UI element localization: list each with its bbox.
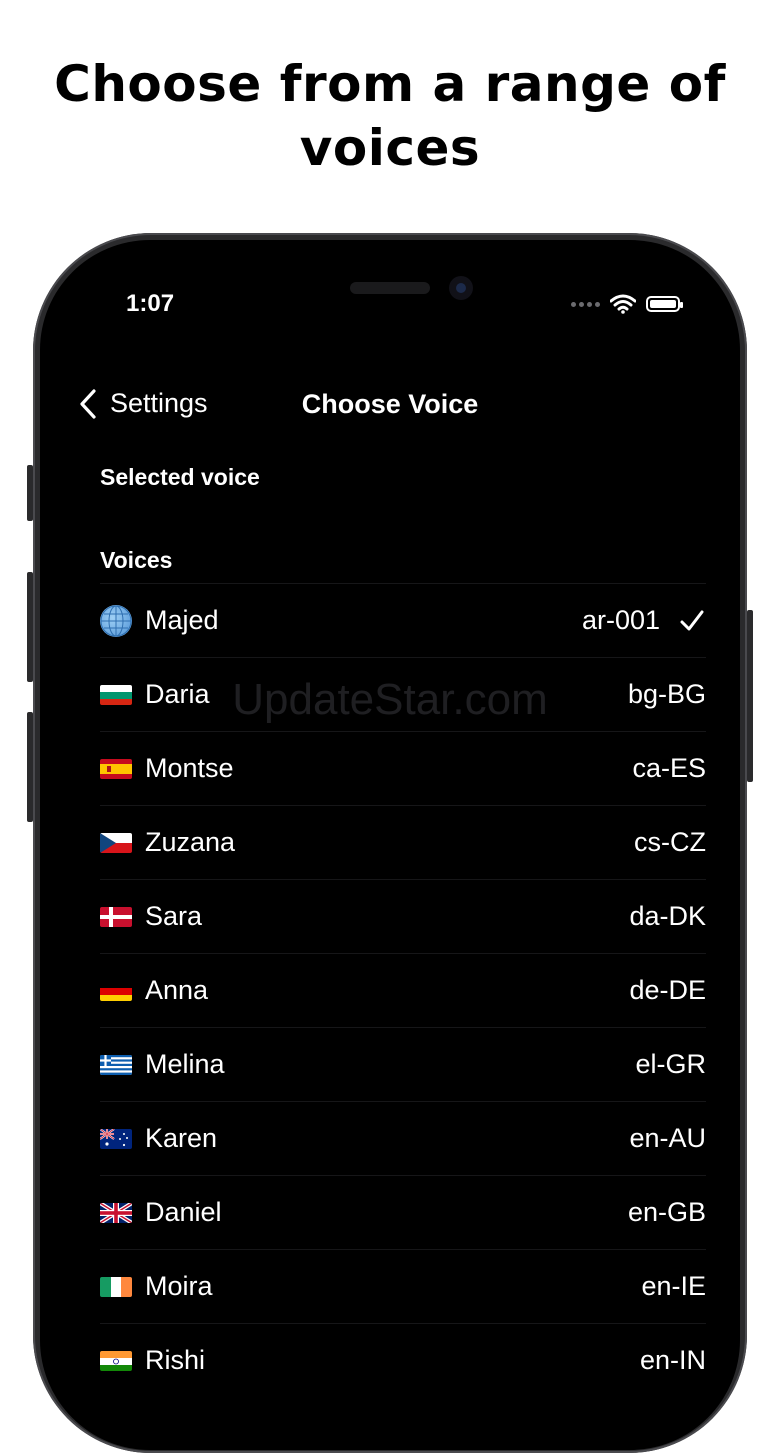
status-icons — [571, 294, 683, 314]
voice-row-melina[interactable]: Melina el-GR — [100, 1027, 706, 1101]
voice-name: Anna — [145, 975, 209, 1005]
page-title: Choose Voice — [301, 389, 479, 419]
india-flag-icon — [100, 1350, 132, 1371]
voice-row-zuzana[interactable]: Zuzana cs-CZ — [100, 805, 706, 879]
voice-name: Zuzana — [145, 827, 236, 857]
phone-side-button — [27, 465, 33, 521]
voice-locale-code: da-DK — [629, 901, 706, 931]
czech-flag-icon — [100, 832, 132, 853]
voice-locale-code: cs-CZ — [634, 827, 706, 857]
denmark-flag-icon — [100, 906, 132, 927]
phone-volume-down-button — [27, 712, 33, 822]
voice-locale-code: en-AU — [629, 1123, 706, 1153]
headline: Choose from a range of voices — [0, 52, 780, 180]
wifi-icon — [610, 294, 636, 314]
voice-row-daniel[interactable]: Daniel en-GB — [100, 1175, 706, 1249]
voice-locale-code: en-GB — [627, 1197, 706, 1227]
voice-name: Karen — [145, 1123, 218, 1153]
voice-name: Melina — [145, 1049, 225, 1079]
voice-name: Daria — [145, 679, 210, 709]
voice-name: Montse — [145, 753, 234, 783]
voice-name: Daniel — [145, 1197, 222, 1227]
uk-flag-icon — [100, 1202, 132, 1223]
phone-power-button — [747, 610, 753, 782]
spain-flag-icon — [100, 758, 132, 779]
voice-row-majed[interactable]: Majed ar-001 — [100, 583, 706, 657]
voice-locale-code: bg-BG — [627, 679, 706, 709]
voice-name: Rishi — [145, 1345, 206, 1375]
phone-volume-up-button — [27, 572, 33, 682]
greece-flag-icon — [100, 1054, 132, 1075]
voice-row-montse[interactable]: Montse ca-ES — [100, 731, 706, 805]
voices-section-header: Voices — [100, 547, 173, 573]
voice-name: Moira — [145, 1271, 213, 1301]
voice-row-anna[interactable]: Anna de-DE — [100, 953, 706, 1027]
voice-name: Sara — [145, 901, 203, 931]
australia-flag-icon — [100, 1128, 132, 1149]
status-time: 1:07 — [126, 290, 175, 317]
globe-icon — [100, 604, 132, 637]
checkmark-icon — [680, 610, 704, 630]
voice-row-moira[interactable]: Moira en-IE — [100, 1249, 706, 1323]
bulgaria-flag-icon — [100, 684, 132, 705]
voice-locale-code: el-GR — [635, 1049, 706, 1079]
battery-icon — [646, 296, 683, 312]
headline-line-1: Choose from a range of — [54, 55, 726, 113]
cellular-signal-icon — [571, 301, 600, 307]
voice-locale-code: de-DE — [629, 975, 706, 1005]
earpiece-speaker — [350, 282, 430, 294]
front-camera — [449, 276, 473, 300]
voice-row-rishi[interactable]: Rishi en-IN — [100, 1323, 706, 1397]
voice-row-sara[interactable]: Sara da-DK — [100, 879, 706, 953]
ireland-flag-icon — [100, 1276, 132, 1297]
selected-voice-header: Selected voice — [100, 464, 260, 490]
voice-locale-code: ca-ES — [632, 753, 706, 783]
voice-name: Majed — [145, 605, 219, 635]
voice-locale-code: en-IN — [639, 1345, 706, 1375]
phone-screen: 1:07 Settings Choose Voice Selected voic… — [40, 240, 740, 1450]
headline-line-2: voices — [299, 119, 481, 177]
voice-locale-code: en-IE — [641, 1271, 706, 1301]
voice-locale-code: ar-001 — [581, 605, 660, 635]
voice-row-daria[interactable]: Daria bg-BG — [100, 657, 706, 731]
voice-row-karen[interactable]: Karen en-AU — [100, 1101, 706, 1175]
germany-flag-icon — [100, 980, 132, 1001]
voice-list: Majed ar-001 Daria bg-BG Montse ca-ES Zu… — [100, 583, 706, 1397]
